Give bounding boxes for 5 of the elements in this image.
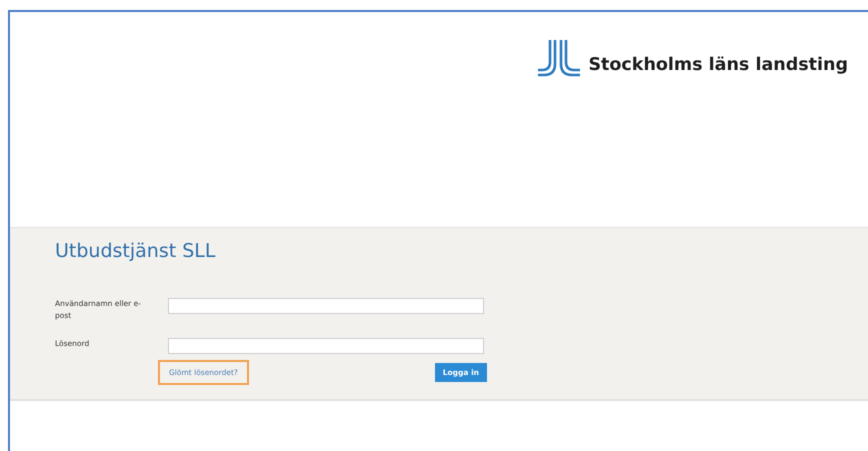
logo-text: Stockholms läns landsting (588, 54, 848, 74)
logo-icon (538, 40, 580, 77)
input-field[interactable] (168, 298, 484, 314)
input-field[interactable] (168, 338, 484, 354)
page-title: Utbudstjänst SLL (55, 240, 216, 262)
